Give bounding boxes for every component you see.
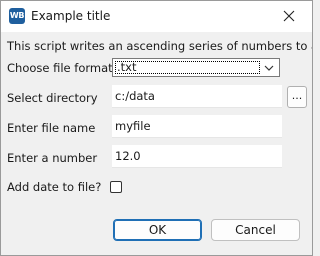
file-name-input[interactable]: myfile bbox=[112, 115, 282, 138]
file-format-label: Choose file format bbox=[7, 61, 113, 75]
file-name-value: myfile bbox=[115, 119, 151, 133]
file-name-label: Enter file name bbox=[7, 121, 96, 135]
number-input[interactable]: 12.0 bbox=[112, 145, 282, 168]
file-format-value: .txt bbox=[117, 60, 137, 74]
browse-button[interactable]: ... bbox=[287, 86, 307, 108]
title-bar[interactable]: WB Example title bbox=[1, 1, 312, 32]
directory-input[interactable]: c:/data bbox=[112, 85, 282, 108]
chevron-down-icon bbox=[264, 65, 274, 71]
focus-ring bbox=[115, 61, 260, 74]
cancel-button[interactable]: Cancel bbox=[211, 219, 300, 241]
file-format-select[interactable]: .txt bbox=[112, 58, 280, 77]
add-date-label: Add date to file? bbox=[7, 180, 102, 194]
directory-label: Select directory bbox=[7, 91, 98, 105]
close-icon bbox=[283, 10, 295, 22]
ok-button[interactable]: OK bbox=[113, 219, 202, 241]
window-title: Example title bbox=[31, 9, 111, 23]
directory-value: c:/data bbox=[115, 89, 155, 103]
app-icon: WB bbox=[9, 8, 25, 24]
dialog-window: WB Example title This script writes an a… bbox=[0, 0, 313, 256]
number-label: Enter a number bbox=[7, 151, 98, 165]
add-date-checkbox[interactable] bbox=[110, 181, 122, 193]
number-value: 12.0 bbox=[115, 149, 141, 163]
description-text: This script writes an ascending series o… bbox=[7, 39, 313, 53]
close-button[interactable] bbox=[266, 1, 312, 32]
